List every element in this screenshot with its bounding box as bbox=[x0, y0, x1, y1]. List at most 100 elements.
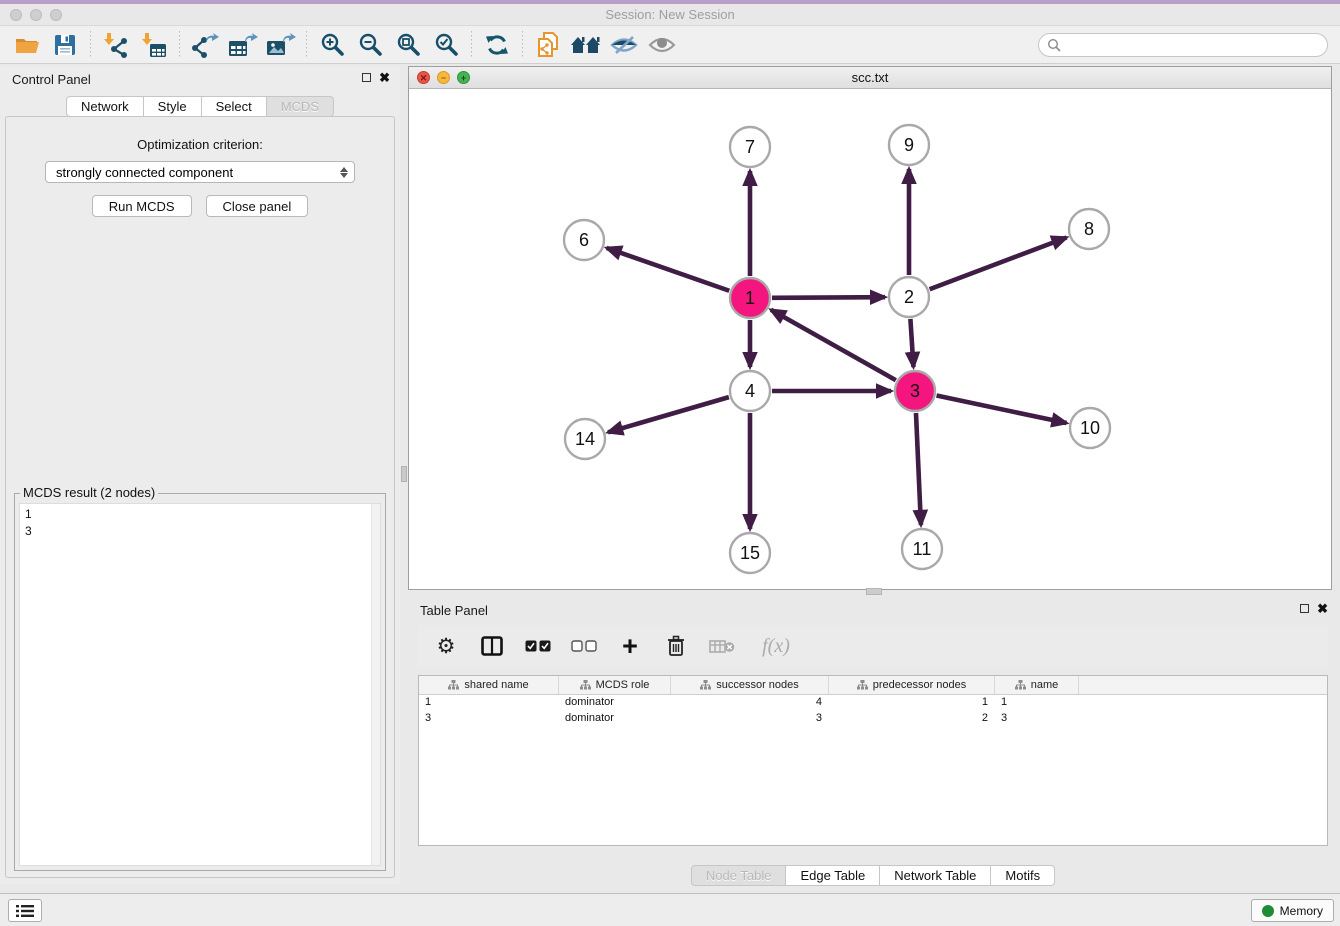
float-table-panel-icon[interactable] bbox=[1300, 604, 1309, 613]
vertical-splitter[interactable] bbox=[400, 66, 408, 884]
column-header-name[interactable]: name bbox=[995, 676, 1079, 694]
network-canvas-svg: 7 9 6 8 1 2 4 3 14 10 15 11 bbox=[409, 89, 1331, 589]
split-columns-button[interactable] bbox=[478, 631, 506, 661]
search-input[interactable] bbox=[1066, 38, 1319, 52]
function-builder-button[interactable]: f(x) bbox=[754, 631, 798, 661]
attribute-icon bbox=[1015, 680, 1026, 690]
import-network-icon bbox=[103, 32, 129, 58]
clone-network-button[interactable] bbox=[529, 29, 567, 61]
graph-node-15[interactable]: 15 bbox=[730, 533, 770, 573]
memory-button[interactable]: Memory bbox=[1251, 899, 1334, 922]
open-session-button[interactable] bbox=[8, 29, 46, 61]
tab-mcds[interactable]: MCDS bbox=[266, 96, 334, 117]
table-cell: 3 bbox=[419, 711, 559, 727]
graph-node-2[interactable]: 2 bbox=[889, 277, 929, 317]
graph-node-6[interactable]: 6 bbox=[564, 220, 604, 260]
delete-column-button[interactable] bbox=[662, 631, 690, 661]
export-image-button[interactable] bbox=[262, 29, 300, 61]
close-panel-button[interactable]: Close panel bbox=[206, 195, 309, 217]
graph-node-label: 14 bbox=[575, 429, 595, 449]
float-panel-icon[interactable] bbox=[362, 73, 371, 82]
zoom-selected-button[interactable] bbox=[427, 29, 465, 61]
mcds-result-text[interactable]: 13 bbox=[19, 503, 381, 866]
close-table-panel-icon[interactable]: ✖ bbox=[1317, 603, 1328, 614]
graph-edge-4-14[interactable] bbox=[608, 397, 729, 432]
graph-edge-2-8[interactable] bbox=[930, 237, 1067, 289]
table-settings-button[interactable]: ⚙ bbox=[432, 631, 460, 661]
graph-node-14[interactable]: 14 bbox=[565, 419, 605, 459]
task-history-button[interactable] bbox=[8, 899, 42, 922]
tab-edge-table[interactable]: Edge Table bbox=[785, 865, 880, 886]
zoom-fit-button[interactable] bbox=[389, 29, 427, 61]
table-toolbar: ⚙ + bbox=[418, 625, 1328, 667]
table-row[interactable]: 1dominator411 bbox=[419, 695, 1327, 711]
deselect-all-columns-button[interactable] bbox=[570, 631, 598, 661]
graph-node-10[interactable]: 10 bbox=[1070, 408, 1110, 448]
tab-motifs[interactable]: Motifs bbox=[990, 865, 1055, 886]
close-panel-icon[interactable]: ✖ bbox=[379, 72, 390, 83]
graph-node-9[interactable]: 9 bbox=[889, 125, 929, 165]
eye-slash-icon bbox=[610, 34, 638, 56]
add-column-button[interactable]: + bbox=[616, 631, 644, 661]
graph-node-7[interactable]: 7 bbox=[730, 127, 770, 167]
plus-icon: + bbox=[622, 635, 638, 657]
tab-network-table[interactable]: Network Table bbox=[879, 865, 991, 886]
result-scrollbar[interactable] bbox=[371, 504, 380, 865]
export-table-button[interactable] bbox=[224, 29, 262, 61]
network-canvas[interactable]: 7 9 6 8 1 2 4 3 14 10 15 11 bbox=[409, 89, 1331, 589]
optimization-dropdown-value: strongly connected component bbox=[56, 165, 340, 180]
graph-node-4[interactable]: 4 bbox=[730, 371, 770, 411]
column-header-shared-name[interactable]: shared name bbox=[419, 676, 559, 694]
export-table-icon bbox=[228, 32, 258, 58]
table-row[interactable]: 3dominator323 bbox=[419, 711, 1327, 727]
control-panel-header: Control Panel ✖ bbox=[0, 66, 400, 92]
column-header-label: predecessor nodes bbox=[873, 679, 967, 691]
graph-node-3[interactable]: 3 bbox=[895, 371, 935, 411]
search-icon bbox=[1047, 38, 1061, 52]
column-header-label: successor nodes bbox=[716, 679, 799, 691]
zoom-in-button[interactable] bbox=[313, 29, 351, 61]
graph-node-1[interactable]: 1 bbox=[730, 278, 770, 318]
network-window-titlebar: ✕ − + scc.txt bbox=[409, 67, 1331, 89]
graph-edge-3-11[interactable] bbox=[916, 413, 921, 525]
search-box[interactable] bbox=[1038, 33, 1328, 57]
delete-table-button[interactable] bbox=[708, 631, 736, 661]
splitter-grip[interactable] bbox=[401, 466, 407, 482]
select-all-columns-button[interactable] bbox=[524, 631, 552, 661]
graph-edge-1-2[interactable] bbox=[772, 297, 885, 298]
column-header-successor-nodes[interactable]: successor nodes bbox=[671, 676, 829, 694]
apply-layout-button[interactable] bbox=[478, 29, 516, 61]
graph-edge-2-3[interactable] bbox=[910, 319, 913, 367]
import-table-button[interactable] bbox=[135, 29, 173, 61]
hide-selected-button[interactable] bbox=[605, 29, 643, 61]
table-body: 1dominator4113dominator323 bbox=[419, 695, 1327, 727]
export-network-button[interactable] bbox=[186, 29, 224, 61]
horizontal-splitter-handle[interactable] bbox=[866, 588, 882, 595]
run-mcds-button[interactable]: Run MCDS bbox=[92, 195, 192, 217]
graph-edge-1-6[interactable] bbox=[607, 248, 730, 291]
save-disk-icon bbox=[53, 33, 77, 57]
refresh-icon bbox=[484, 32, 510, 58]
tab-network[interactable]: Network bbox=[66, 96, 144, 117]
tab-node-table[interactable]: Node Table bbox=[691, 865, 787, 886]
optimization-dropdown[interactable]: strongly connected component bbox=[45, 161, 355, 183]
window-title: Session: New Session bbox=[0, 7, 1340, 22]
show-all-button[interactable] bbox=[643, 29, 681, 61]
graph-node-8[interactable]: 8 bbox=[1069, 209, 1109, 249]
graph-edge-3-1[interactable] bbox=[771, 310, 896, 380]
zoom-out-button[interactable] bbox=[351, 29, 389, 61]
column-header-predecessor-nodes[interactable]: predecessor nodes bbox=[829, 676, 995, 694]
tab-select[interactable]: Select bbox=[201, 96, 267, 117]
graph-node-11[interactable]: 11 bbox=[902, 529, 942, 569]
tab-style[interactable]: Style bbox=[143, 96, 202, 117]
first-neighbors-button[interactable] bbox=[567, 29, 605, 61]
graph-node-label: 4 bbox=[745, 381, 755, 401]
split-columns-icon bbox=[481, 636, 503, 656]
zoom-selected-icon bbox=[434, 32, 459, 57]
column-header-MCDS-role[interactable]: MCDS role bbox=[559, 676, 671, 694]
import-network-button[interactable] bbox=[97, 29, 135, 61]
table-panel-title: Table Panel bbox=[420, 603, 488, 618]
graph-edge-3-10[interactable] bbox=[937, 396, 1067, 423]
save-session-button[interactable] bbox=[46, 29, 84, 61]
network-view-window: ✕ − + scc.txt 7 9 6 8 1 2 4 3 14 10 15 11 bbox=[408, 66, 1332, 590]
